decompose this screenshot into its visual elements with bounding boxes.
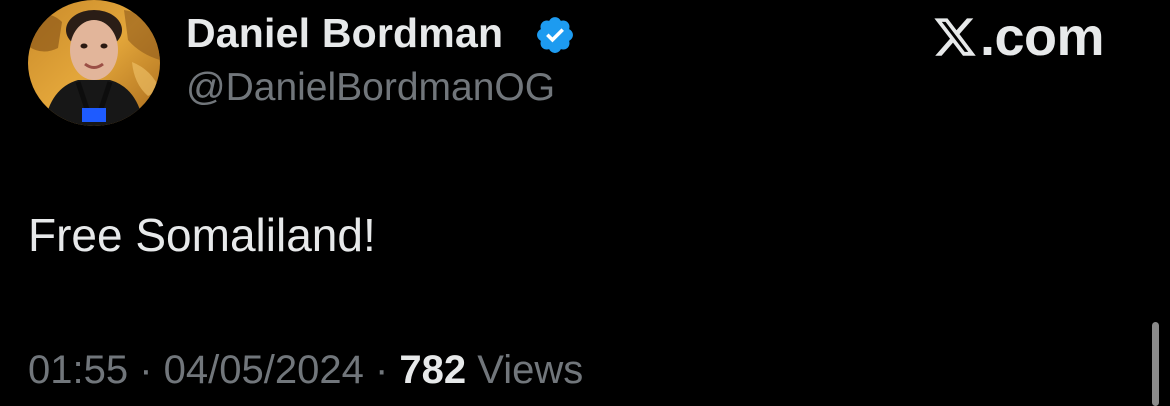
scrollbar[interactable] — [1152, 322, 1159, 406]
avatar-image — [28, 0, 160, 126]
tweet-time[interactable]: 01:55 — [28, 348, 128, 392]
x-logo: .com — [932, 6, 1105, 68]
author-handle[interactable]: @DanielBordmanOG — [186, 66, 555, 110]
views-label: Views — [477, 348, 584, 392]
x-domain-text: .com — [980, 7, 1105, 67]
tweet-meta: 01:55 · 04/05/2024 · 782 Views — [28, 348, 583, 393]
author-display-name[interactable]: Daniel Bordman — [186, 10, 503, 57]
views-count: 782 — [399, 348, 467, 392]
tweet-text: Free Somaliland! — [28, 209, 376, 261]
x-brand-icon — [934, 18, 976, 56]
meta-separator: · — [128, 348, 164, 392]
meta-separator: · — [363, 348, 400, 392]
verified-badge-icon — [534, 14, 576, 56]
avatar[interactable] — [28, 0, 160, 126]
tweet-date[interactable]: 04/05/2024 — [164, 348, 364, 392]
